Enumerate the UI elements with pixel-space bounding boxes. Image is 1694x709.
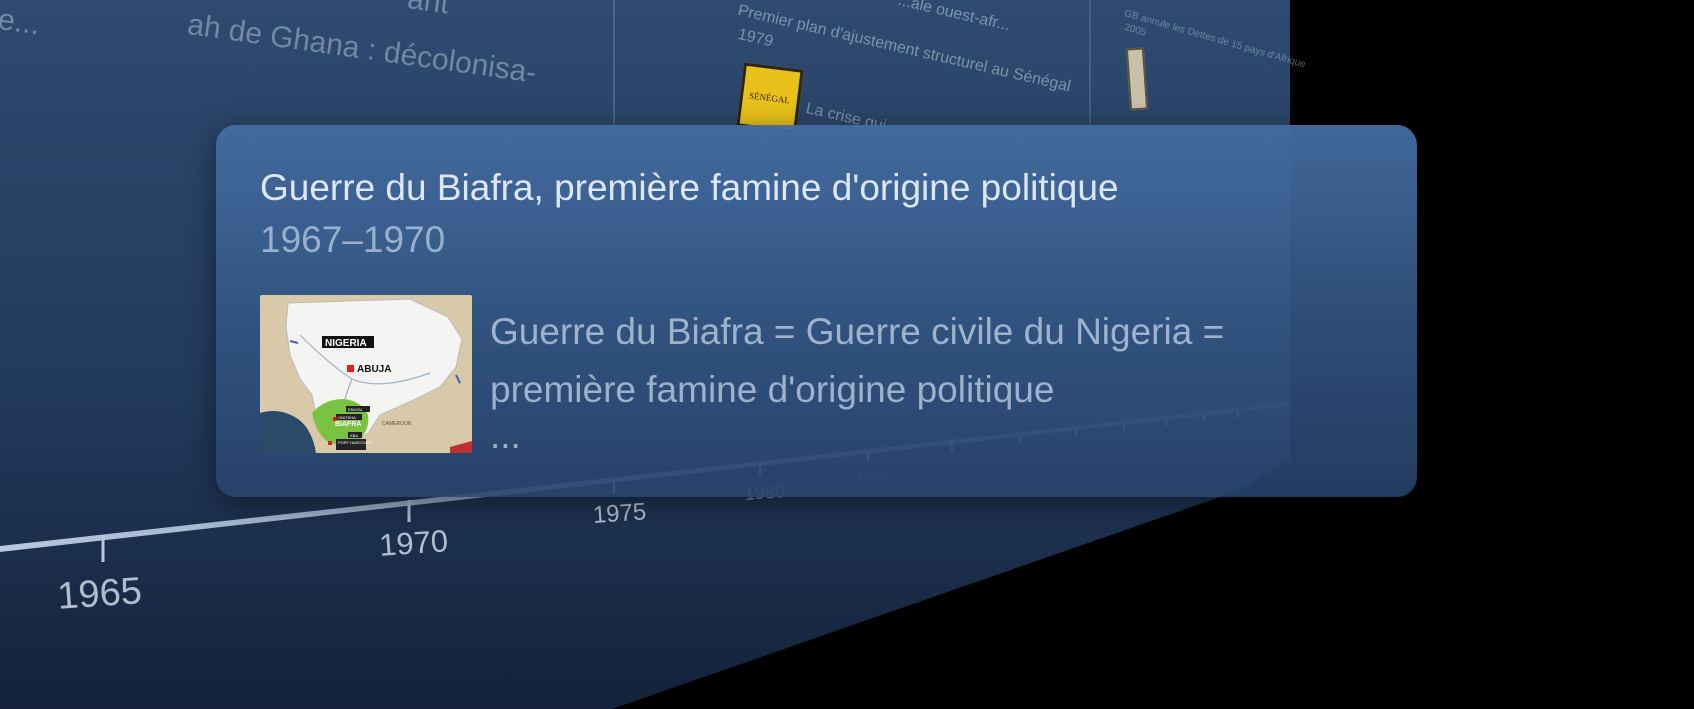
timeline-view: ie... ant ah de Ghana : décolonisa- Prem… <box>0 0 1694 709</box>
tick-label-1970: 1970 <box>378 523 450 563</box>
map-city-label: ABA <box>350 433 358 438</box>
map-city-label: ENUGU <box>348 407 363 412</box>
thumbnail-label: SÉNÉGAL <box>748 90 791 106</box>
map-city-label: ONITSHA <box>338 415 356 420</box>
senegal-thumbnail[interactable]: SÉNÉGAL <box>736 62 804 134</box>
tick-label-1975: 1975 <box>592 498 648 529</box>
map-country-label: NIGERIA <box>325 338 367 349</box>
map-region-label: BIAFRA <box>335 421 361 428</box>
tick-label-1965: 1965 <box>56 570 144 618</box>
event-detail-card[interactable]: Guerre du Biafra, première famine d'orig… <box>216 125 1417 497</box>
event-description: Guerre du Biafra = Guerre civile du Nige… <box>490 311 1225 410</box>
nigeria-map-image: NIGERIA ABUJA BIAFRA ENUGU ONITSHA ABA P… <box>260 295 472 453</box>
map-capital-label: ABUJA <box>357 364 391 375</box>
background-event-text[interactable]: ie... <box>0 2 42 42</box>
event-thumbnail-map[interactable]: NIGERIA ABUJA BIAFRA ENUGU ONITSHA ABA P… <box>260 295 472 453</box>
read-more-ellipsis[interactable]: ... <box>490 415 521 457</box>
map-neighbor-label: CAMEROUN <box>382 421 412 427</box>
capital-marker <box>347 365 354 372</box>
event-title: Guerre du Biafra, première famine d'orig… <box>260 167 1119 208</box>
map-city-label: PORT HARCOURT <box>338 440 373 445</box>
event-years: 1967–1970 <box>260 219 446 260</box>
